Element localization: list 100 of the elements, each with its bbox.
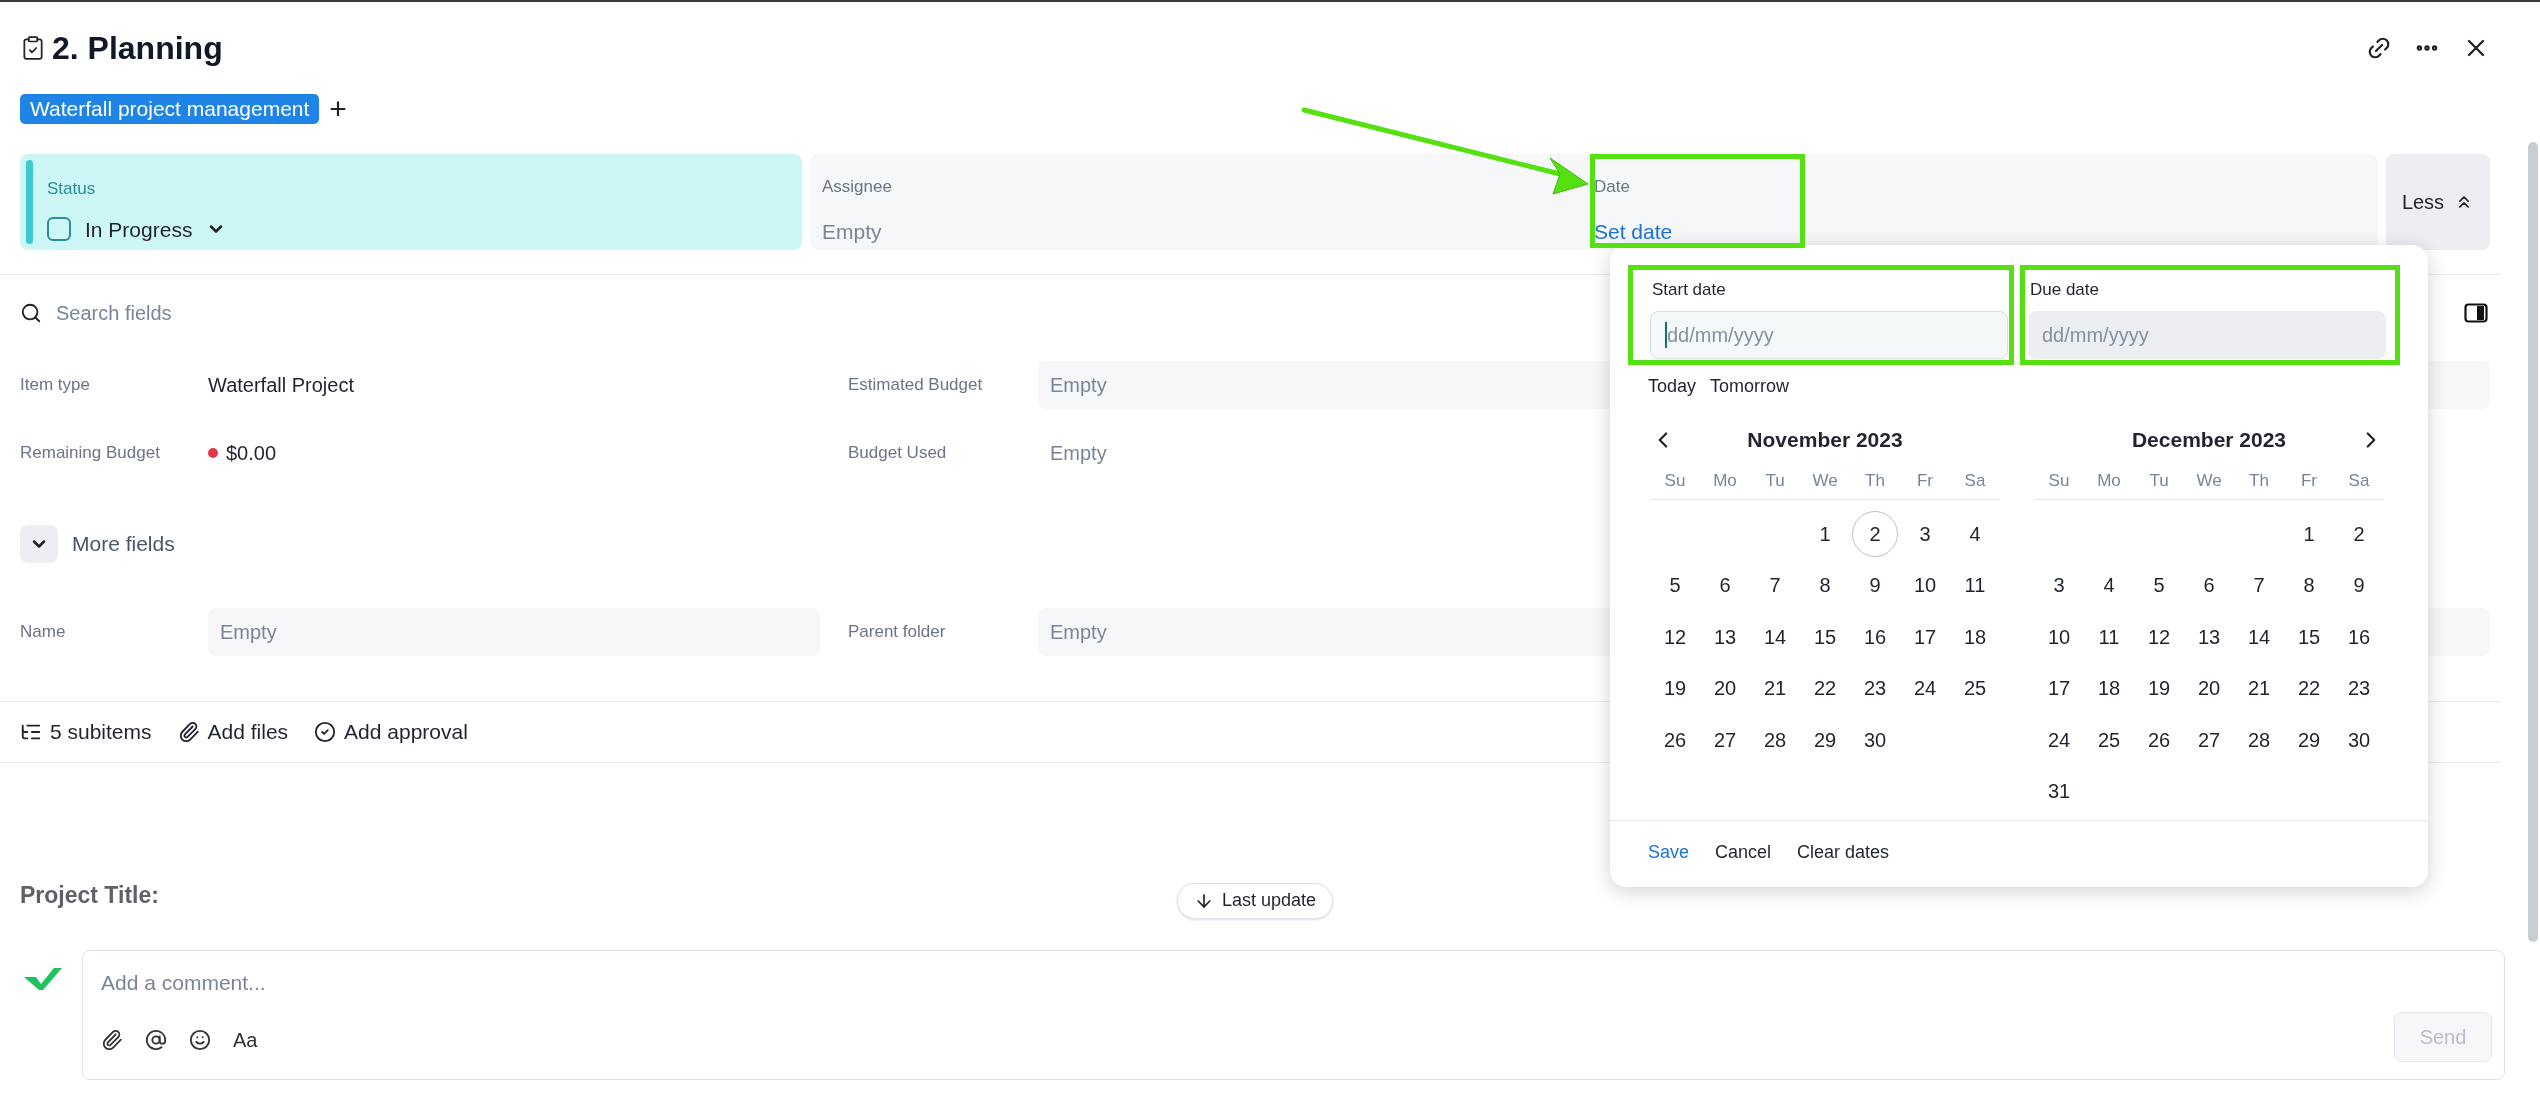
calendar-day[interactable]: 4 <box>2086 562 2132 609</box>
calendar-day[interactable]: 20 <box>1702 665 1748 712</box>
weekday-label: Tu <box>1764 469 1786 492</box>
scrollbar-thumb[interactable] <box>2528 142 2538 942</box>
date-shortcut[interactable]: Today <box>1648 372 1697 400</box>
calendar-day[interactable]: 15 <box>1802 613 1848 660</box>
calendar-day[interactable]: 17 <box>2036 665 2082 712</box>
add-tag-button[interactable]: + <box>329 94 347 124</box>
calendar-day[interactable]: 16 <box>2336 613 2382 660</box>
month-title: November 2023 <box>1746 426 1904 453</box>
calendar-day[interactable]: 9 <box>1852 562 1898 609</box>
calendar-day[interactable]: 25 <box>2086 716 2132 763</box>
calendar-day[interactable]: 28 <box>1752 716 1798 763</box>
calendar-day[interactable]: 29 <box>1802 716 1848 763</box>
calendar-day[interactable]: 22 <box>1802 665 1848 712</box>
calendar-day[interactable]: 23 <box>1852 665 1898 712</box>
calendar-day[interactable]: 29 <box>2286 716 2332 763</box>
calendar-day[interactable]: 26 <box>1652 716 1698 763</box>
calendar-day[interactable]: 28 <box>2236 716 2282 763</box>
calendar-day[interactable]: 31 <box>2036 768 2082 815</box>
calendar-day[interactable]: 3 <box>1902 510 1948 557</box>
comment-placeholder: Add a comment... <box>101 969 267 996</box>
panel-toggle-icon[interactable] <box>2464 303 2488 323</box>
calendar-day[interactable]: 18 <box>2086 665 2132 712</box>
calendar-day[interactable]: 22 <box>2286 665 2332 712</box>
calendar-day[interactable]: 24 <box>2036 716 2082 763</box>
logo-icon <box>24 967 62 990</box>
calendar-day[interactable]: 7 <box>1752 562 1798 609</box>
calendar-day[interactable]: 15 <box>2286 613 2332 660</box>
calendar-day[interactable]: 6 <box>1702 562 1748 609</box>
weekday-label: Sa <box>2347 469 2371 492</box>
format-button[interactable]: Aa <box>233 1025 258 1055</box>
comment-box[interactable]: Add a comment... Aa Send <box>82 949 2505 1080</box>
calendar-day[interactable]: 10 <box>2036 613 2082 660</box>
calendar-day[interactable]: 9 <box>2336 562 2382 609</box>
date-action-button[interactable]: Clear dates <box>1797 838 1890 866</box>
calendar-day[interactable]: 23 <box>2336 665 2382 712</box>
calendar-day[interactable]: 5 <box>2136 562 2182 609</box>
paperclip-icon[interactable] <box>101 1029 123 1051</box>
expand-toggle[interactable] <box>20 525 58 563</box>
calendar-day[interactable]: 30 <box>2336 716 2382 763</box>
assignee-label: Assignee <box>822 176 893 198</box>
more-fields-label[interactable]: More fields <box>72 528 175 560</box>
search-field[interactable]: Search fields <box>56 298 172 328</box>
less-button[interactable]: Less <box>2386 154 2490 250</box>
calendar-day[interactable]: 27 <box>2186 716 2232 763</box>
calendar-day[interactable]: 21 <box>2236 665 2282 712</box>
calendar-day[interactable]: 19 <box>1652 665 1698 712</box>
weekday-label: Sa <box>1963 469 1987 492</box>
calendar-day[interactable]: 3 <box>2036 562 2082 609</box>
status-checkbox[interactable] <box>47 217 71 242</box>
calendar-day[interactable]: 12 <box>1652 613 1698 660</box>
calendar-day[interactable]: 10 <box>1902 562 1948 609</box>
field-value: Waterfall Project <box>208 373 354 398</box>
field-value: Empty <box>1049 441 1108 466</box>
toolbar-button[interactable]: 5 subitems <box>20 716 152 748</box>
calendar-day[interactable]: 13 <box>2186 613 2232 660</box>
date-action-button[interactable]: Save <box>1648 838 1690 866</box>
calendar-day[interactable]: 4 <box>1952 510 1998 557</box>
calendar-day[interactable]: 26 <box>2136 716 2182 763</box>
toolbar-button[interactable]: Add approval <box>314 716 468 748</box>
calendar-day[interactable]: 20 <box>2186 665 2232 712</box>
field-label: Estimated Budget <box>848 374 984 397</box>
calendar-day[interactable]: 12 <box>2136 613 2182 660</box>
calendar-day[interactable]: 11 <box>2086 613 2132 660</box>
calendar-day[interactable]: 11 <box>1952 562 1998 609</box>
calendar-day[interactable]: 19 <box>2136 665 2182 712</box>
calendar-day[interactable]: 18 <box>1952 613 1998 660</box>
calendar-day[interactable]: 1 <box>2286 510 2332 557</box>
date-action-button[interactable]: Cancel <box>1715 838 1772 866</box>
calendar-day[interactable]: 5 <box>1652 562 1698 609</box>
calendar-day[interactable]: 27 <box>1702 716 1748 763</box>
status-value[interactable]: In Progress <box>85 213 193 245</box>
page-title: 2. Planning <box>52 29 223 68</box>
calendar-day[interactable]: 25 <box>1952 665 1998 712</box>
calendar-day[interactable]: 24 <box>1902 665 1948 712</box>
calendar-day[interactable]: 8 <box>2286 562 2332 609</box>
toolbar-button[interactable]: Add files <box>177 716 289 748</box>
calendar-day[interactable]: 21 <box>1752 665 1798 712</box>
calendar-day[interactable]: 2 <box>2336 510 2382 557</box>
weekday-label: Th <box>2248 469 2270 492</box>
calendar-day[interactable]: 13 <box>1702 613 1748 660</box>
field-label: Item type <box>20 374 91 397</box>
calendar-day[interactable]: 16 <box>1852 613 1898 660</box>
project-tag[interactable]: Waterfall project management <box>20 94 320 124</box>
calendar-day[interactable]: 1 <box>1802 510 1848 557</box>
mention-icon[interactable] <box>145 1029 167 1051</box>
weekday-label: We <box>2195 469 2223 492</box>
emoji-icon[interactable] <box>189 1029 211 1051</box>
calendar-day[interactable]: 14 <box>1752 613 1798 660</box>
calendar-day[interactable]: 30 <box>1852 716 1898 763</box>
calendar-day[interactable]: 14 <box>2236 613 2282 660</box>
calendar-day[interactable]: 7 <box>2236 562 2282 609</box>
date-shortcut[interactable]: Tomorrow <box>1710 372 1790 400</box>
status-card[interactable]: Status In Progress <box>20 154 802 250</box>
calendar-day[interactable]: 8 <box>1802 562 1848 609</box>
weekday-label: Mo <box>2096 469 2122 492</box>
calendar-day[interactable]: 17 <box>1902 613 1948 660</box>
calendar-day[interactable]: 6 <box>2186 562 2232 609</box>
last-update-button[interactable]: Last update <box>1176 882 1333 919</box>
